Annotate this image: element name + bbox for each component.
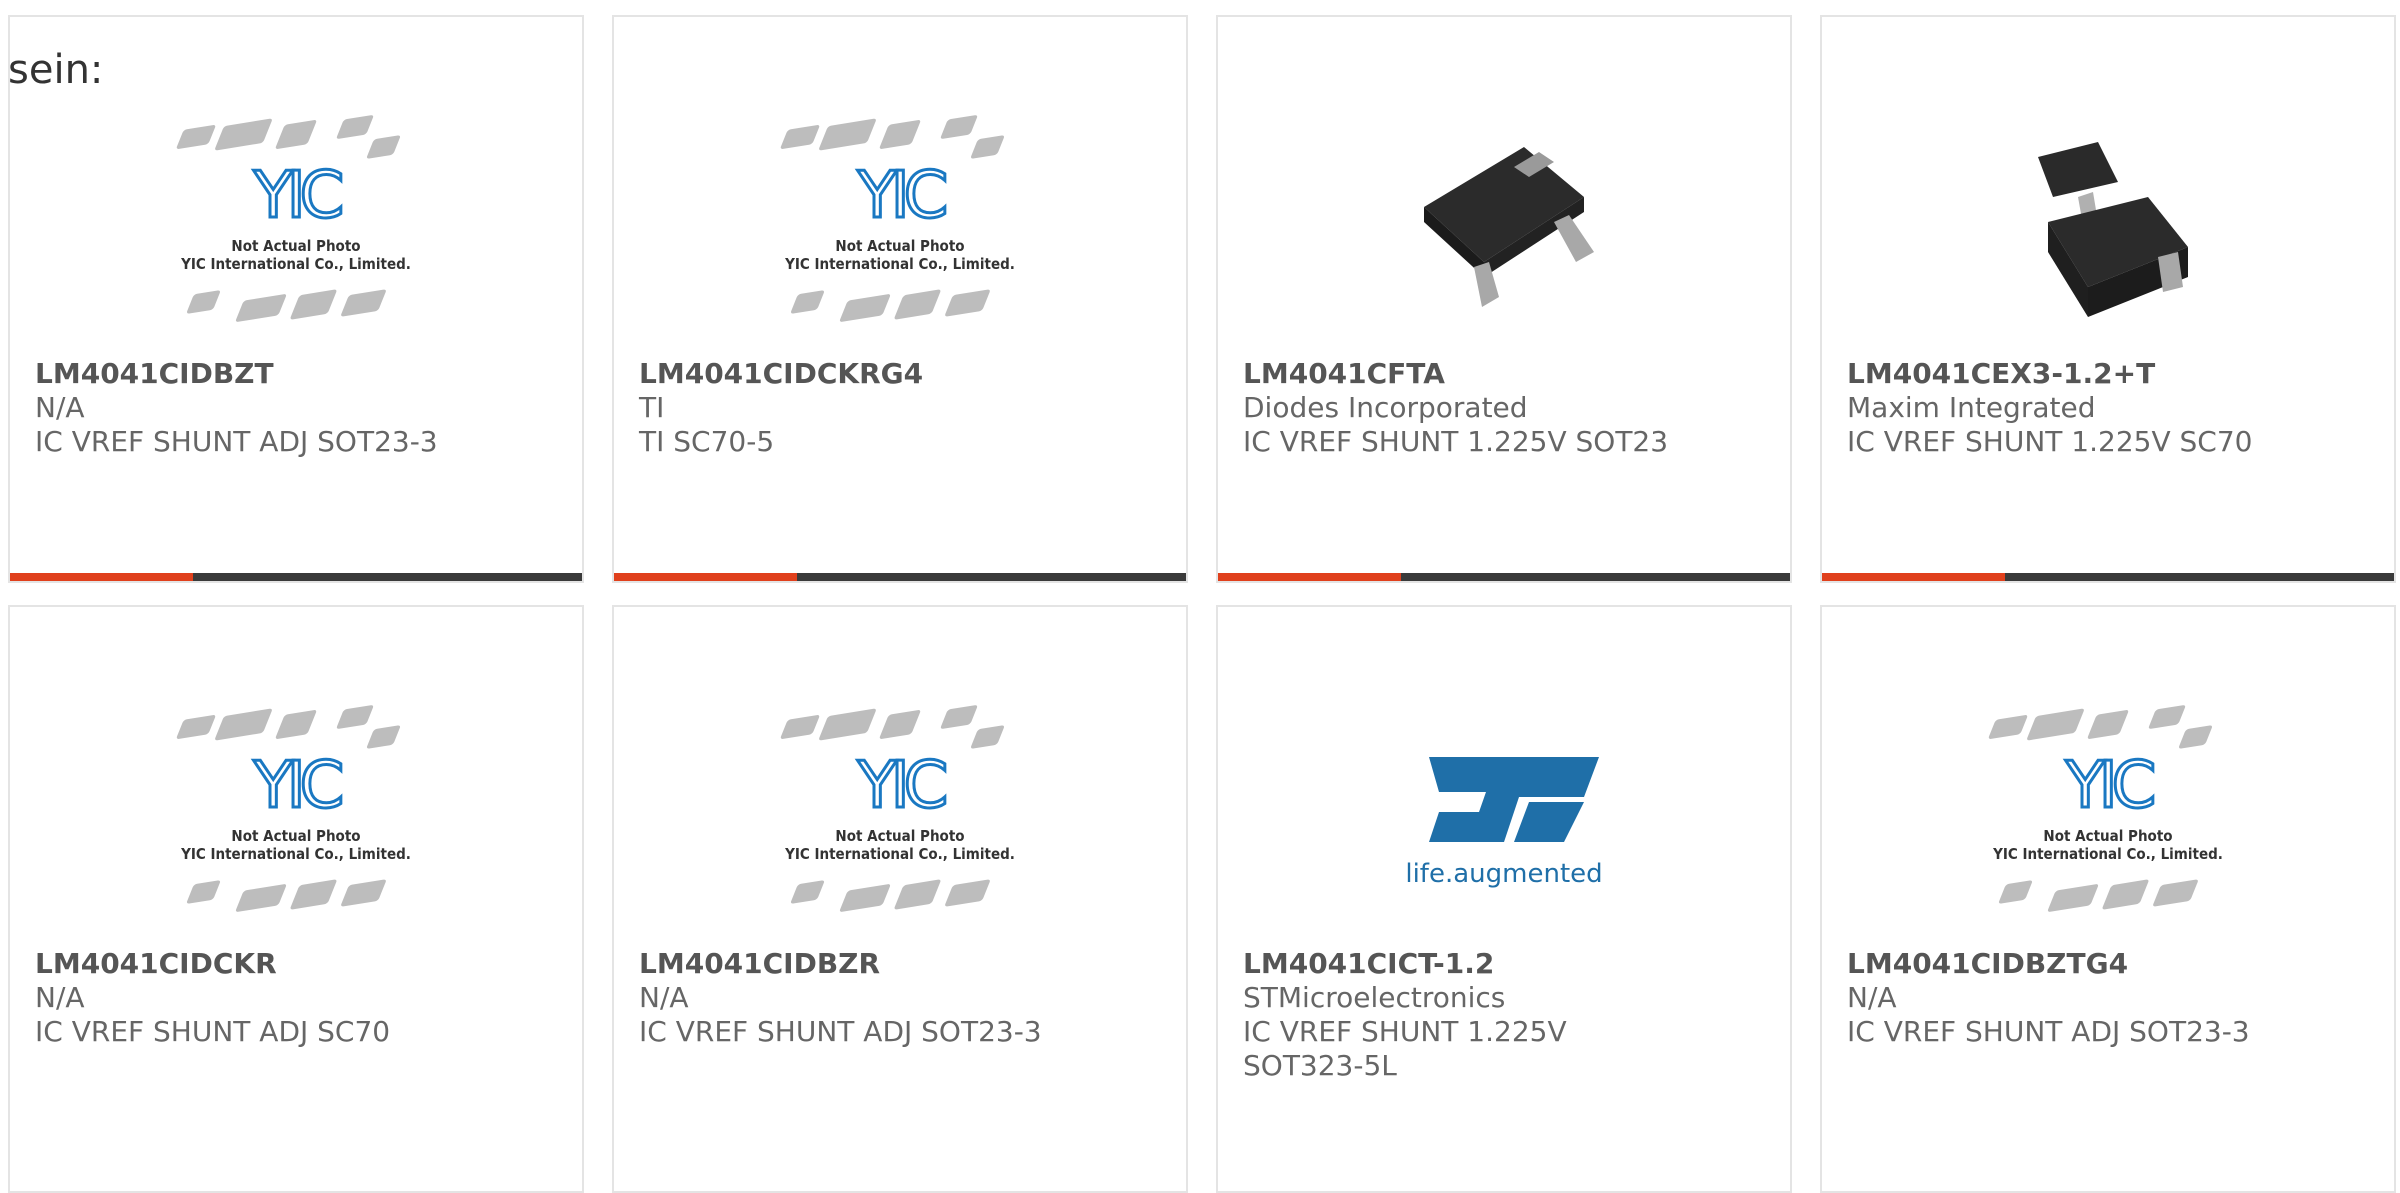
description: TI SC70-5 bbox=[639, 425, 775, 458]
placeholder-image: YIC Not Actual Photo YIC International C… bbox=[1973, 697, 2243, 937]
product-image[interactable]: YIC Not Actual Photo YIC International C… bbox=[10, 682, 582, 952]
placeholder-image: YIC Not Actual Photo YIC International C… bbox=[765, 107, 1035, 347]
description: IC VREF SHUNT ADJ SC70 bbox=[35, 1015, 391, 1048]
yic-logo: YIC bbox=[252, 749, 346, 823]
intro-text: sein: bbox=[8, 47, 104, 93]
product-card[interactable]: YIC Not Actual Photo YIC International C… bbox=[1820, 605, 2396, 1193]
product-image[interactable] bbox=[1822, 92, 2394, 362]
placeholder-company: YIC International Co., Limited. bbox=[1993, 845, 2223, 863]
manufacturer: N/A bbox=[35, 981, 85, 1014]
description: IC VREF SHUNT ADJ SOT23-3 bbox=[1847, 1015, 2250, 1048]
part-number[interactable]: LM4041CIDBZT bbox=[35, 357, 462, 391]
card-progress-bar bbox=[614, 573, 1186, 581]
st-tagline: life.augmented bbox=[1405, 859, 1602, 889]
yic-logo: YIC bbox=[856, 749, 950, 823]
product-image[interactable]: YIC Not Actual Photo YIC International C… bbox=[10, 92, 582, 362]
card-progress-bar bbox=[1218, 573, 1790, 581]
part-number[interactable]: LM4041CEX3-1.2+T bbox=[1847, 357, 2274, 391]
manufacturer: TI bbox=[639, 391, 665, 424]
product-image[interactable]: YIC Not Actual Photo YIC International C… bbox=[614, 92, 1186, 362]
placeholder-image: YIC Not Actual Photo YIC International C… bbox=[161, 697, 431, 937]
description: IC VREF SHUNT 1.225V SOT323-5L bbox=[1243, 1015, 1567, 1082]
product-image[interactable] bbox=[1218, 92, 1790, 362]
part-number[interactable]: LM4041CIDCKRG4 bbox=[639, 357, 1066, 391]
part-number[interactable]: LM4041CFTA bbox=[1243, 357, 1670, 391]
placeholder-image: YIC Not Actual Photo YIC International C… bbox=[765, 697, 1035, 937]
product-card[interactable]: YIC Not Actual Photo YIC International C… bbox=[8, 15, 584, 583]
placeholder-company: YIC International Co., Limited. bbox=[181, 845, 411, 863]
manufacturer: Diodes Incorporated bbox=[1243, 391, 1528, 424]
product-grid-row-2: YIC Not Actual Photo YIC International C… bbox=[8, 605, 2398, 1193]
placeholder-caption: Not Actual Photo bbox=[835, 237, 965, 255]
part-number[interactable]: LM4041CIDCKR bbox=[35, 947, 462, 981]
product-card[interactable]: YIC Not Actual Photo YIC International C… bbox=[8, 605, 584, 1193]
product-card[interactable]: life.augmented LM4041CICT-1.2 STMicroele… bbox=[1216, 605, 1792, 1193]
product-card[interactable]: YIC Not Actual Photo YIC International C… bbox=[612, 605, 1188, 1193]
placeholder-company: YIC International Co., Limited. bbox=[785, 255, 1015, 273]
sc70-package-photo bbox=[2038, 142, 2188, 317]
placeholder-image: YIC Not Actual Photo YIC International C… bbox=[161, 107, 431, 347]
placeholder-company: YIC International Co., Limited. bbox=[785, 845, 1015, 863]
part-number[interactable]: LM4041CIDBZTG4 bbox=[1847, 947, 2274, 981]
product-card[interactable]: LM4041CFTA Diodes Incorporated IC VREF S… bbox=[1216, 15, 1792, 583]
part-number[interactable]: LM4041CIDBZR bbox=[639, 947, 1066, 981]
placeholder-company: YIC International Co., Limited. bbox=[181, 255, 411, 273]
card-progress-bar bbox=[10, 573, 582, 581]
manufacturer: STMicroelectronics bbox=[1243, 981, 1506, 1014]
product-image[interactable]: life.augmented bbox=[1218, 682, 1790, 952]
yic-logo: YIC bbox=[252, 159, 346, 233]
yic-logo: YIC bbox=[856, 159, 950, 233]
sot23-package-photo bbox=[1424, 147, 1594, 307]
description: IC VREF SHUNT ADJ SOT23-3 bbox=[639, 1015, 1042, 1048]
product-image[interactable]: YIC Not Actual Photo YIC International C… bbox=[1822, 682, 2394, 952]
manufacturer: N/A bbox=[639, 981, 689, 1014]
placeholder-caption: Not Actual Photo bbox=[2043, 827, 2173, 845]
placeholder-caption: Not Actual Photo bbox=[231, 827, 361, 845]
description: IC VREF SHUNT 1.225V SC70 bbox=[1847, 425, 2253, 458]
manufacturer: Maxim Integrated bbox=[1847, 391, 2096, 424]
product-card[interactable]: LM4041CEX3-1.2+T Maxim Integrated IC VRE… bbox=[1820, 15, 2396, 583]
manufacturer: N/A bbox=[1847, 981, 1897, 1014]
description: IC VREF SHUNT ADJ SOT23-3 bbox=[35, 425, 438, 458]
manufacturer: N/A bbox=[35, 391, 85, 424]
yic-logo: YIC bbox=[2064, 749, 2158, 823]
product-card[interactable]: YIC Not Actual Photo YIC International C… bbox=[612, 15, 1188, 583]
description: IC VREF SHUNT 1.225V SOT23 bbox=[1243, 425, 1669, 458]
product-grid: YIC Not Actual Photo YIC International C… bbox=[8, 15, 2398, 583]
card-progress-bar bbox=[1822, 573, 2394, 581]
product-image[interactable]: YIC Not Actual Photo YIC International C… bbox=[614, 682, 1186, 952]
placeholder-caption: Not Actual Photo bbox=[231, 237, 361, 255]
part-number[interactable]: LM4041CICT-1.2 bbox=[1243, 947, 1670, 981]
st-logo: life.augmented bbox=[1405, 757, 1603, 889]
placeholder-caption: Not Actual Photo bbox=[835, 827, 965, 845]
